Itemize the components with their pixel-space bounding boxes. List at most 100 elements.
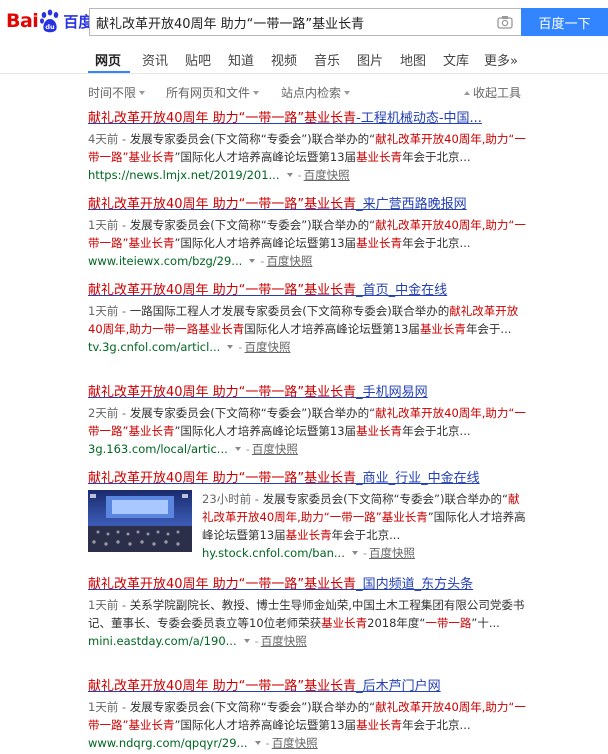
- abstract-text: 2018年度“: [367, 616, 426, 630]
- collapse-tools[interactable]: 收起工具: [464, 84, 521, 101]
- search-tools: 时间不限 所有网页和文件 站点内检索 收起工具: [0, 80, 608, 104]
- active-tab-indicator: [88, 71, 130, 73]
- result-title[interactable]: 献礼改革开放40周年 助力“一带一路”基业长青-工程机械动态-中国...: [88, 110, 528, 128]
- result-item: 献礼改革开放40周年 助力“一带一路”基业长青_首页_中金在线 1天前 - 一路…: [88, 282, 528, 356]
- abstract-highlight: 基业长青: [285, 528, 332, 542]
- chevron-down-icon[interactable]: [286, 173, 293, 177]
- tab-bar: 网页 资讯 贴吧 知道 视频 音乐 图片 地图 文库 更多»: [0, 42, 608, 74]
- abstract-text: 发展专家委员会(下文简称“专委会”)联合举办的“: [129, 700, 376, 714]
- baidu-logo[interactable]: Bai du 百度: [6, 7, 93, 35]
- result-url-row: https://news.lmjx.net/2019/201... - 百度快照: [88, 166, 528, 184]
- result-title[interactable]: 献礼改革开放40周年 助力“一带一路”基业长青_首页_中金在线: [88, 282, 528, 300]
- result-abstract: 1天前 - 关系学院副院长、教授、博士生导师金灿荣,中国土木工程集团有限公司党委…: [88, 596, 528, 632]
- result-url-row: 3g.163.com/local/artic... - 百度快照: [88, 440, 528, 458]
- chevron-down-icon: [139, 90, 146, 95]
- result-title-highlight: 献礼改革开放40周年 助力“一带一路”基业长青: [88, 471, 357, 486]
- result-url[interactable]: mini.eastday.com/a/190...: [88, 632, 237, 650]
- filter-time[interactable]: 时间不限: [88, 84, 146, 101]
- abstract-highlight: 基业长青: [321, 616, 368, 630]
- abstract-text: 一路国际工程人才发展专家委员会(下文简称专委会)联合举办的: [129, 304, 450, 318]
- snapshot-link[interactable]: 百度快照: [252, 440, 298, 458]
- tab-wenku[interactable]: 文库: [443, 50, 469, 69]
- separator: -: [265, 736, 270, 750]
- result-url-row: hy.stock.cnfol.com/ban... - 百度快照: [202, 544, 528, 562]
- result-title[interactable]: 献礼改革开放40周年 助力“一带一路”基业长青_后木芦门户网: [88, 678, 528, 696]
- tab-music[interactable]: 音乐: [314, 50, 340, 69]
- result-url[interactable]: tv.3g.cnfol.com/articl...: [88, 338, 220, 356]
- chevron-down-icon[interactable]: [227, 345, 234, 349]
- chevron-down-icon[interactable]: [254, 741, 261, 745]
- result-item: 献礼改革开放40周年 助力“一带一路”基业长青_来广营西路晚报网 1天前 - 发…: [88, 196, 528, 270]
- filter-filetype[interactable]: 所有网页和文件: [166, 84, 260, 101]
- result-title[interactable]: 献礼改革开放40周年 助力“一带一路”基业长青_国内频道_东方头条: [88, 576, 528, 594]
- result-url[interactable]: https://news.lmjx.net/2019/201...: [88, 166, 280, 184]
- header: Bai du 百度 百度一下: [0, 0, 608, 42]
- chevron-down-icon[interactable]: [249, 259, 256, 263]
- result-abstract: 1天前 - 一路国际工程人才发展专家委员会(下文简称专委会)联合举办的献礼改革开…: [88, 302, 528, 338]
- abstract-highlight: 一带一路: [425, 616, 472, 630]
- separator: -: [362, 546, 368, 560]
- result-url[interactable]: www.iteiewx.com/bzg/29...: [88, 252, 242, 270]
- tab-map[interactable]: 地图: [400, 50, 426, 69]
- result-date: 1天前 -: [88, 304, 130, 318]
- abstract-text: ”十...: [471, 616, 500, 630]
- abstract-text: ”国际化人才培养高峰论坛暨第13届: [174, 236, 357, 250]
- search-input[interactable]: [96, 9, 486, 35]
- filter-site[interactable]: 站点内检索: [281, 84, 351, 101]
- result-url[interactable]: www.ndqrg.com/qpqyr/29...: [88, 734, 248, 752]
- abstract-highlight: 基业长青: [419, 322, 466, 336]
- search-box: [89, 8, 521, 36]
- tab-tieba[interactable]: 贴吧: [185, 50, 211, 69]
- result-thumbnail[interactable]: [88, 490, 192, 552]
- result-date: 1天前 -: [88, 700, 130, 714]
- result-date: 2天前 -: [88, 406, 130, 420]
- chevron-down-icon[interactable]: [351, 551, 358, 555]
- result-url[interactable]: 3g.163.com/local/artic...: [88, 440, 228, 458]
- result-date: 1天前 -: [88, 598, 130, 612]
- result-title-highlight: 献礼改革开放40周年 助力“一带一路”基业长青: [88, 577, 357, 592]
- paw-text: du: [46, 23, 56, 31]
- result-item: 献礼改革开放40周年 助力“一带一路”基业长青_手机网易网 2天前 - 发展专家…: [88, 384, 528, 458]
- tab-zhidao[interactable]: 知道: [228, 50, 254, 69]
- result-url-row: www.ndqrg.com/qpqyr/29... - 百度快照: [88, 734, 528, 752]
- result-title[interactable]: 献礼改革开放40周年 助力“一带一路”基业长青_手机网易网: [88, 384, 528, 402]
- snapshot-link[interactable]: 百度快照: [272, 734, 318, 752]
- abstract-text: 发展专家委员会(下文简称“专委会”)联合举办的“: [262, 492, 508, 506]
- tab-more[interactable]: 更多»: [484, 50, 518, 69]
- result-title-highlight: 献礼改革开放40周年 助力“一带一路”基业长青: [88, 197, 357, 212]
- snapshot-link[interactable]: 百度快照: [261, 632, 307, 650]
- result-url-row: mini.eastday.com/a/190... - 百度快照: [88, 632, 528, 650]
- chevron-down-icon: [253, 90, 260, 95]
- chevron-down-icon[interactable]: [234, 447, 241, 451]
- abstract-text: 国际化人才培养高峰论坛暨第13届: [244, 322, 420, 336]
- abstract-highlight: 基业长青: [356, 150, 403, 164]
- tab-news[interactable]: 资讯: [142, 50, 168, 69]
- result-url[interactable]: hy.stock.cnfol.com/ban...: [202, 544, 345, 562]
- separator: -: [297, 168, 302, 182]
- tab-video[interactable]: 视频: [271, 50, 297, 69]
- result-title-highlight: 献礼改革开放40周年 助力“一带一路”基业长青: [88, 111, 357, 126]
- camera-icon[interactable]: [497, 15, 513, 29]
- abstract-text: 年会于北京...: [402, 150, 471, 164]
- tab-images[interactable]: 图片: [357, 50, 383, 69]
- result-title[interactable]: 献礼改革开放40周年 助力“一带一路”基业长青_来广营西路晚报网: [88, 196, 528, 214]
- result-body: 23小时前 - 发展专家委员会(下文简称“专委会”)联合举办的“献礼改革开放40…: [202, 490, 528, 562]
- result-item: 献礼改革开放40周年 助力“一带一路”基业长青_后木芦门户网 1天前 - 发展专…: [88, 678, 528, 752]
- snapshot-link[interactable]: 百度快照: [266, 252, 312, 270]
- filter-site-label: 站点内检索: [281, 86, 342, 100]
- search-button[interactable]: 百度一下: [521, 8, 608, 36]
- separator: -: [238, 340, 243, 354]
- tab-web[interactable]: 网页: [95, 50, 121, 69]
- abstract-text: 年会于北京...: [402, 424, 471, 438]
- result-abstract: 23小时前 - 发展专家委员会(下文简称“专委会”)联合举办的“献礼改革开放40…: [202, 490, 528, 544]
- result-abstract: 4天前 - 发展专家委员会(下文简称“专委会”)联合举办的“献礼改革开放40周年…: [88, 130, 528, 166]
- snapshot-link[interactable]: 百度快照: [244, 338, 290, 356]
- filter-time-label: 时间不限: [88, 86, 137, 100]
- chevron-down-icon: [344, 90, 351, 95]
- chevron-down-icon[interactable]: [243, 639, 250, 643]
- result-title-suffix: _首页_中金在线: [356, 283, 448, 298]
- snapshot-link[interactable]: 百度快照: [304, 166, 350, 184]
- abstract-text: 发展专家委员会(下文简称“专委会”)联合举办的“: [129, 406, 376, 420]
- snapshot-link[interactable]: 百度快照: [369, 544, 415, 562]
- result-title[interactable]: 献礼改革开放40周年 助力“一带一路”基业长青_商业_行业_中金在线: [88, 470, 528, 488]
